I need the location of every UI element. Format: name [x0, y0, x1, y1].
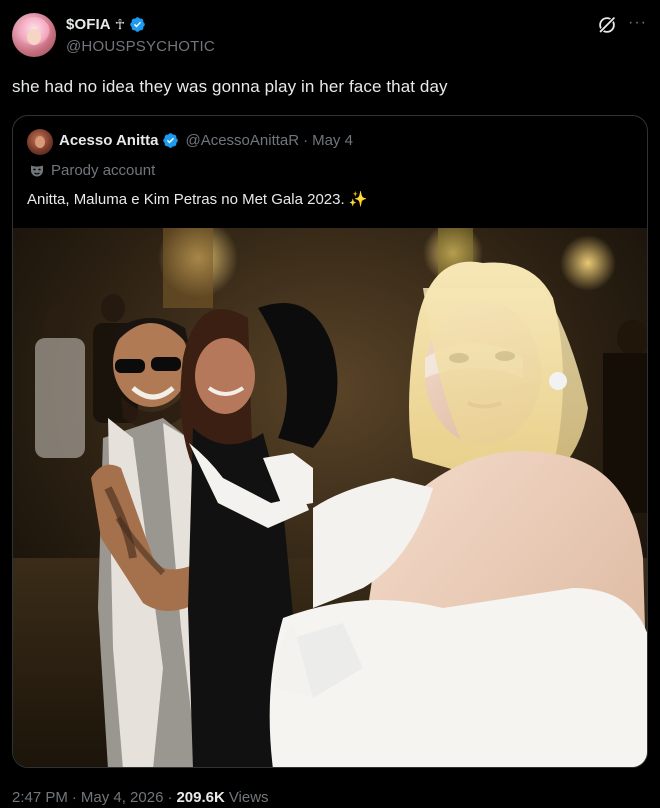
more-options-icon[interactable]: ···: [628, 14, 648, 34]
verified-badge-icon[interactable]: [129, 16, 146, 33]
tweet-footer: 2:47 PM · May 4, 2026 · 209.6K Views: [12, 789, 269, 806]
parody-label-row: Parody account: [29, 162, 155, 179]
quote-avatar-face: [35, 136, 45, 148]
quote-separator: ·: [303, 132, 309, 149]
quote-photo[interactable]: [13, 228, 647, 767]
grok-icon[interactable]: [596, 14, 618, 36]
author-handle[interactable]: @HOUSPSYCHOTIC: [66, 38, 215, 55]
parody-label: Parody account: [51, 162, 156, 179]
quote-date[interactable]: May 4: [312, 132, 353, 149]
tweet-time[interactable]: 2:47 PM: [12, 789, 68, 806]
quote-text-body: Anitta, Maluma e Kim Petras no Met Gala …: [27, 191, 345, 208]
quote-name-row: Acesso Anitta @AcessoAnittaR · May 4: [59, 132, 353, 149]
footer-separator-2: ·: [167, 789, 173, 806]
quote-display-name[interactable]: Acesso Anitta: [59, 132, 158, 149]
parody-mask-icon: [31, 165, 43, 176]
quoted-tweet[interactable]: Acesso Anitta @AcessoAnittaR · May 4 Par…: [12, 115, 648, 768]
tweet: $OFIA ☥ @HOUSPSYCHOTIC ··· she had no id…: [0, 0, 660, 808]
author-name-row: $OFIA ☥: [66, 14, 146, 34]
quote-text: Anitta, Maluma e Kim Petras no Met Gala …: [27, 190, 367, 208]
quote-verified-badge-icon[interactable]: [162, 132, 179, 149]
author-avatar[interactable]: [12, 13, 56, 57]
views-count[interactable]: 209.6K: [176, 789, 224, 806]
tweet-text: she had no idea they was gonna play in h…: [12, 77, 448, 96]
avatar-face: [27, 29, 41, 45]
views-label: Views: [228, 789, 269, 806]
ankh-glyph: ☥: [114, 16, 126, 32]
quote-author-avatar[interactable]: [27, 129, 53, 155]
author-display-name[interactable]: $OFIA: [66, 16, 111, 33]
tweet-date[interactable]: May 4, 2026: [81, 789, 164, 806]
photo-illustration: [13, 228, 647, 767]
sparkles-emoji: ✨: [348, 191, 368, 208]
footer-separator-1: ·: [71, 789, 77, 806]
quote-handle[interactable]: @AcessoAnittaR: [185, 132, 299, 149]
